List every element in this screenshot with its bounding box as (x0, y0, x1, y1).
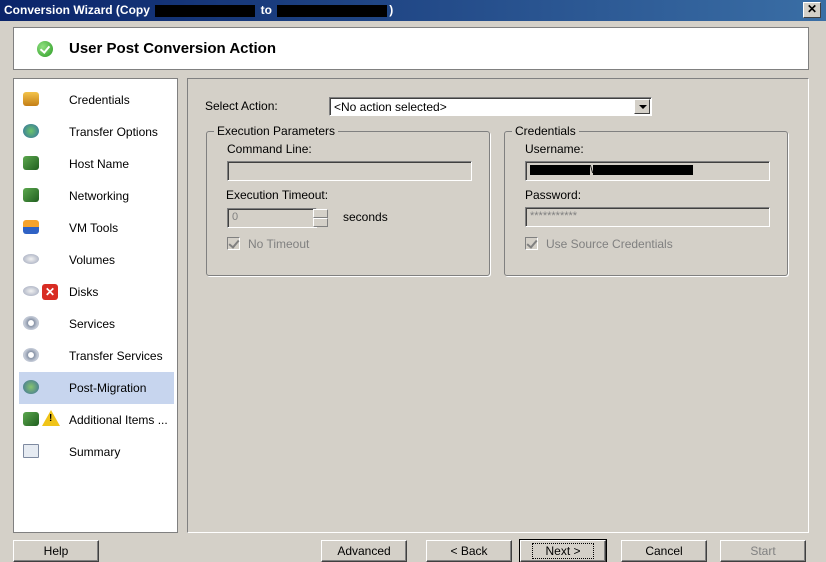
credentials-legend: Credentials (512, 124, 579, 138)
cancel-button[interactable]: Cancel (621, 540, 707, 562)
back-button[interactable]: < Back (426, 540, 512, 562)
gear-icon (23, 348, 39, 362)
execution-timeout-label: Execution Timeout: (226, 188, 329, 202)
window-title-end: ) (389, 3, 394, 17)
sidebar-item-services[interactable]: Services (19, 308, 174, 340)
main-panel: Select Action: <No action selected> Exec… (187, 78, 809, 533)
password-label: Password: (525, 188, 582, 202)
help-button[interactable]: Help (13, 540, 99, 562)
sidebar-item-volumes[interactable]: Volumes (19, 244, 174, 276)
step-title: User Post Conversion Action (69, 40, 276, 57)
post-migration-icon (23, 380, 39, 394)
sidebar-item-transfer-options[interactable]: Transfer Options (19, 116, 174, 148)
sidebar-item-label: Transfer Options (69, 125, 158, 139)
sidebar-item-label: Services (69, 317, 116, 331)
error-icon: ✕ (42, 284, 58, 300)
command-line-label: Command Line: (227, 142, 312, 156)
sidebar-item-networking[interactable]: Networking (19, 180, 174, 212)
sidebar-item-label: Networking (69, 189, 130, 203)
gear-icon (23, 316, 39, 330)
credentials-group: Credentials Username: \ Password: ******… (504, 124, 788, 276)
check-circle-icon (37, 41, 53, 57)
execution-timeout-field[interactable]: 0 (227, 208, 317, 228)
chevron-down-icon[interactable] (634, 99, 650, 114)
command-line-field[interactable] (227, 161, 472, 181)
sidebar-item-label: VM Tools (69, 221, 119, 235)
spin-down-icon[interactable] (313, 218, 328, 227)
username-field[interactable]: \ (525, 161, 770, 181)
sidebar-item-summary[interactable]: Summary (19, 436, 174, 468)
transfer-icon (23, 124, 39, 138)
select-action-dropdown[interactable]: <No action selected> (329, 97, 652, 116)
network-icon (23, 412, 39, 426)
sidebar-item-additional-items[interactable]: ! Additional Items ... (19, 404, 174, 436)
sidebar-item-transfer-services[interactable]: Transfer Services (19, 340, 174, 372)
network-icon (23, 188, 39, 202)
no-timeout-checkbox[interactable] (227, 237, 240, 250)
window-titlebar: Conversion Wizard (Copy to ) ✕ (0, 0, 826, 21)
redacted-user (593, 165, 694, 176)
timeout-unit-label: seconds (343, 210, 388, 224)
step-header: User Post Conversion Action (13, 27, 809, 70)
sidebar-item-label: Volumes (69, 253, 116, 267)
sidebar-item-credentials[interactable]: Credentials (19, 84, 174, 116)
select-action-label: Select Action: (205, 99, 278, 113)
redacted-domain (530, 165, 590, 176)
use-source-credentials-label: Use Source Credentials (546, 237, 673, 251)
no-timeout-label: No Timeout (248, 237, 310, 251)
vm-tools-icon (23, 220, 39, 234)
sidebar-item-label: Credentials (69, 93, 130, 107)
redacted-source (155, 4, 256, 17)
sidebar-item-label: Host Name (69, 157, 130, 171)
sidebar-item-post-migration[interactable]: Post-Migration (19, 372, 174, 404)
warning-icon: ! (42, 410, 60, 426)
redacted-target (277, 4, 388, 17)
select-action-value: <No action selected> (334, 100, 447, 114)
start-button[interactable]: Start (720, 540, 806, 562)
sidebar-item-label: Post-Migration (69, 381, 147, 395)
wizard-steps-sidebar: Credentials Transfer Options Host Name N… (13, 78, 178, 533)
username-label: Username: (525, 142, 584, 156)
timeout-spinner[interactable] (313, 209, 328, 227)
next-button-label: Next > (532, 543, 594, 559)
sidebar-item-label: Disks (69, 285, 99, 299)
window-title-start: Conversion Wizard (Copy (4, 3, 154, 17)
spin-up-icon[interactable] (313, 209, 328, 218)
summary-icon (23, 444, 39, 458)
window-title-mid: to (257, 3, 276, 17)
key-icon (23, 92, 39, 106)
execution-parameters-group: Execution Parameters Command Line: Execu… (206, 124, 490, 276)
sidebar-item-label: Additional Items ... (69, 413, 168, 427)
advanced-button[interactable]: Advanced (321, 540, 407, 562)
use-source-credentials-checkbox[interactable] (525, 237, 538, 250)
sidebar-item-label: Transfer Services (69, 349, 163, 363)
password-field[interactable]: *********** (525, 207, 770, 227)
sidebar-item-host-name[interactable]: Host Name (19, 148, 174, 180)
execution-parameters-legend: Execution Parameters (214, 124, 339, 138)
network-host-icon (23, 156, 39, 170)
sidebar-item-label: Summary (69, 445, 121, 459)
next-button[interactable]: Next > (519, 539, 607, 562)
sidebar-item-disks[interactable]: ✕ Disks (19, 276, 174, 308)
close-button[interactable]: ✕ (803, 2, 821, 18)
disk-volume-icon (23, 254, 39, 264)
sidebar-item-vm-tools[interactable]: VM Tools (19, 212, 174, 244)
disk-icon (23, 286, 39, 296)
